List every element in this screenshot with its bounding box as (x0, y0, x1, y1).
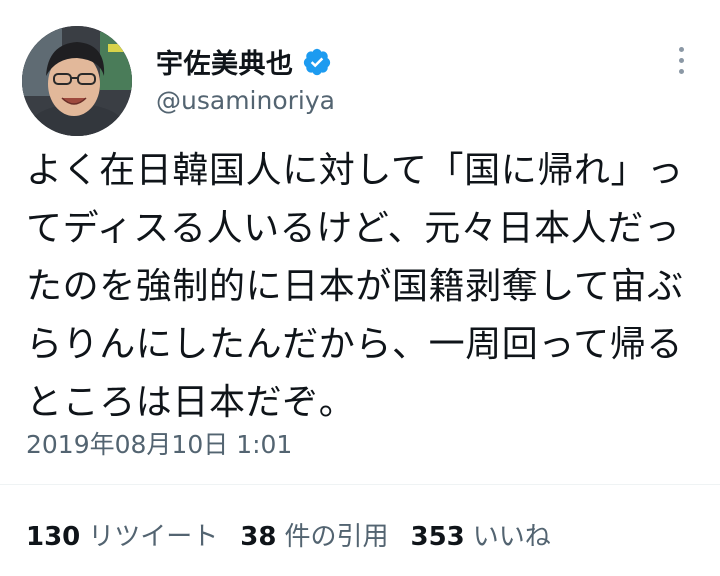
retweets-count: 130 (26, 522, 81, 552)
likes-stat[interactable]: 353 いいね (411, 516, 551, 553)
avatar[interactable] (22, 26, 132, 136)
author-display-name[interactable]: 宇佐美典也 (156, 42, 294, 81)
retweets-stat[interactable]: 130 リツイート (26, 516, 218, 553)
tweet-detail: 宇佐美典也 @usaminoriya よく在日韓国人に対して「国に帰れ」っ てデ… (0, 0, 720, 576)
more-dot (678, 46, 684, 52)
quotes-label: 件の引用 (284, 522, 389, 552)
likes-label: いいね (472, 522, 551, 552)
retweets-label: リツイート (88, 522, 219, 552)
likes-count: 353 (410, 522, 465, 552)
author-name-row: 宇佐美典也 (156, 42, 332, 81)
tweet-text-line: たのを強制的に日本が国籍剥奪して宙ぶ (26, 266, 684, 307)
quotes-count: 38 (240, 522, 277, 552)
engagement-stats: 130 リツイート 38 件の引用 353 いいね (26, 516, 573, 553)
more-dot (678, 68, 684, 74)
avatar-image (22, 26, 132, 136)
tweet-timestamp[interactable]: 2019年08月10日 1:01 (26, 425, 292, 461)
tweet-text-line: らりんにしたんだから、一周回って帰る (26, 324, 684, 365)
verified-badge-icon (302, 47, 332, 77)
tweet-text-line: ところは日本だぞ。 (26, 382, 356, 423)
tweet-text-line: よく在日韓国人に対して「国に帰れ」っ (26, 150, 684, 191)
more-dot (678, 57, 684, 63)
tweet-text: よく在日韓国人に対して「国に帰れ」っ てディスる人いるけど、元々日本人だっ たの… (26, 142, 700, 432)
divider (0, 484, 720, 485)
more-options-icon[interactable] (668, 40, 694, 80)
author-handle[interactable]: @usaminoriya (156, 86, 335, 115)
quotes-stat[interactable]: 38 件の引用 (240, 516, 388, 553)
tweet-text-line: てディスる人いるけど、元々日本人だっ (26, 208, 681, 249)
